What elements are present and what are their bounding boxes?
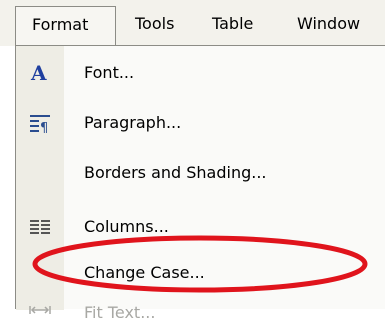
menu-item-label: Fit Text... bbox=[84, 303, 156, 322]
menu-format[interactable]: Format bbox=[15, 6, 116, 46]
menu-item-change-case[interactable]: Change Case... bbox=[16, 252, 385, 294]
menu-item-label: Columns... bbox=[84, 217, 169, 236]
menu-item-paragraph[interactable]: ¶ Paragraph... bbox=[16, 102, 385, 144]
menu-tools[interactable]: Tools bbox=[135, 12, 174, 36]
menu-window[interactable]: Window bbox=[297, 12, 360, 36]
menu-item-fit-text: Fit Text... bbox=[16, 292, 385, 334]
menu-item-font[interactable]: A Font... bbox=[16, 52, 385, 94]
menu-format-label: Format bbox=[32, 15, 89, 34]
menu-item-borders-shading[interactable]: Borders and Shading... bbox=[16, 152, 385, 194]
menu-bar: Format Tools Table Window bbox=[0, 0, 385, 46]
font-a-icon: A bbox=[28, 61, 52, 85]
menu-item-label: Paragraph... bbox=[84, 113, 182, 132]
menu-item-label: Borders and Shading... bbox=[84, 163, 267, 182]
svg-text:¶: ¶ bbox=[40, 121, 48, 135]
svg-text:A: A bbox=[30, 61, 47, 85]
columns-icon bbox=[28, 215, 52, 239]
format-dropdown-menu: A Font... ¶ Paragraph... Borders and Sha… bbox=[15, 45, 385, 322]
menu-item-columns[interactable]: Columns... bbox=[16, 206, 385, 248]
paragraph-icon: ¶ bbox=[28, 111, 52, 136]
menu-table[interactable]: Table bbox=[212, 12, 253, 36]
fit-text-icon bbox=[28, 300, 52, 324]
menu-item-label: Font... bbox=[84, 63, 135, 82]
menu-item-label: Change Case... bbox=[84, 263, 205, 282]
